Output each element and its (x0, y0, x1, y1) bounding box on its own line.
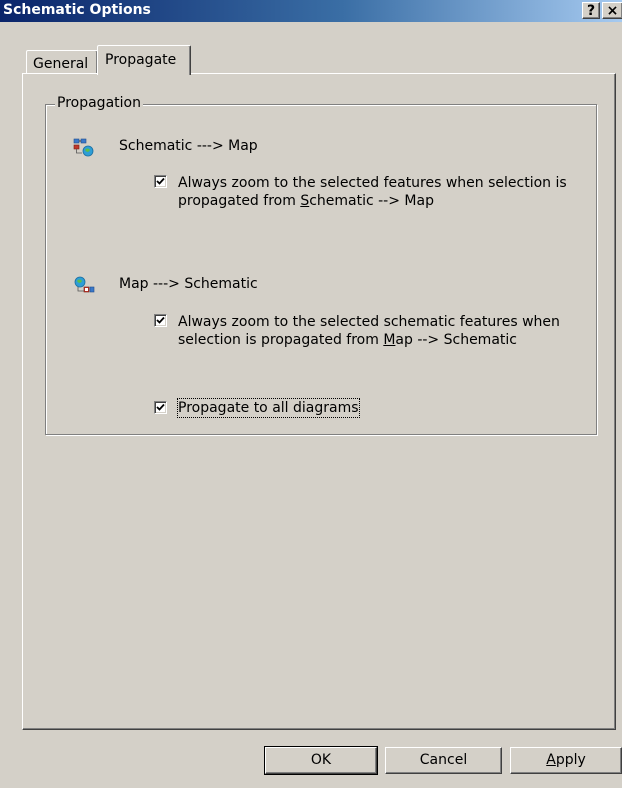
zoom-schematic-to-map-mnemonic: S (300, 193, 310, 209)
title-bar: Schematic Options ? × (0, 0, 622, 22)
map-to-schematic-icon (73, 276, 95, 300)
window-title: Schematic Options (3, 2, 151, 18)
zoom-map-to-schematic-line2-suffix: ap --> Schematic (395, 332, 517, 348)
apply-button[interactable]: Apply (510, 747, 622, 774)
ok-button[interactable]: OK (264, 746, 378, 775)
zoom-map-to-schematic-line1: Always zoom to the selected schematic fe… (178, 314, 560, 330)
tab-propagate-label: Propagate (105, 52, 177, 68)
zoom-schematic-to-map-line2-prefix: propagated from (178, 193, 301, 209)
zoom-schematic-to-map-checkbox[interactable] (154, 175, 167, 188)
schematic-to-map-label: Schematic ---> Map (119, 138, 258, 154)
close-button[interactable]: × (602, 2, 622, 19)
zoom-map-to-schematic-line2: selection is propagated from Map --> Sch… (178, 331, 560, 349)
zoom-map-to-schematic-mnemonic: M (383, 332, 396, 348)
zoom-map-to-schematic-checkbox[interactable] (154, 314, 167, 327)
zoom-schematic-to-map-text: Always zoom to the selected features whe… (178, 174, 567, 210)
tab-general-label: General (33, 56, 89, 72)
zoom-map-to-schematic-text: Always zoom to the selected schematic fe… (178, 313, 560, 349)
zoom-schematic-to-map-line2-suffix: chematic --> Map (309, 193, 434, 209)
schematic-to-map-icon (73, 138, 95, 162)
zoom-schematic-to-map-line2: propagated from Schematic --> Map (178, 192, 567, 210)
zoom-schematic-to-map-line1: Always zoom to the selected features whe… (178, 175, 567, 191)
propagate-all-diagrams-checkbox[interactable] (154, 401, 167, 414)
tab-propagate[interactable]: Propagate (97, 45, 191, 75)
tab-general[interactable]: General (26, 50, 98, 74)
cancel-button[interactable]: Cancel (385, 747, 502, 774)
map-to-schematic-label: Map ---> Schematic (119, 276, 258, 292)
help-button[interactable]: ? (582, 2, 600, 19)
apply-mnemonic: A (546, 752, 556, 768)
apply-label-rest: pply (555, 752, 586, 768)
propagate-all-diagrams-label: Propagate to all diagrams (177, 398, 360, 418)
zoom-map-to-schematic-line2-prefix: selection is propagated from (178, 332, 384, 348)
propagation-group-label: Propagation (55, 95, 143, 111)
